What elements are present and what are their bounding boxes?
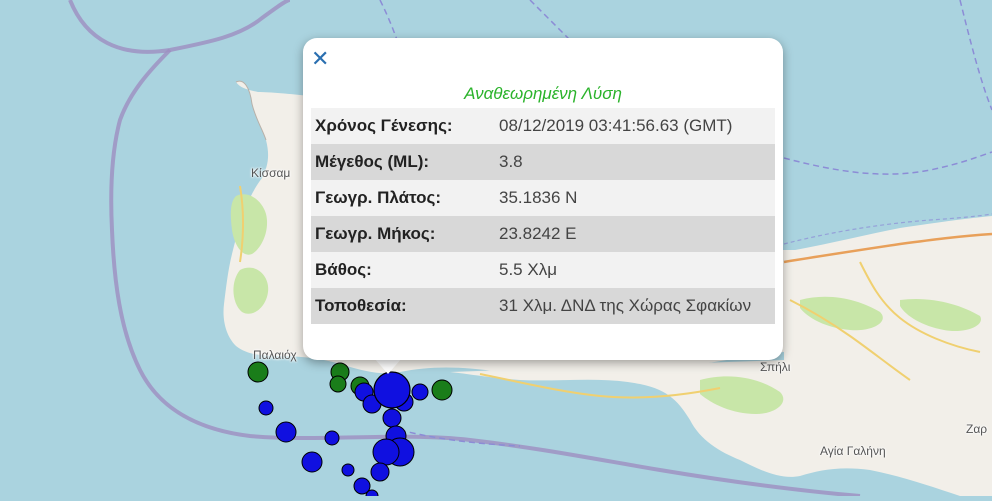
quake-marker-blue (370, 462, 390, 482)
info-label: Μέγεθος (ML): (315, 152, 430, 171)
info-label: Τοποθεσία: (315, 296, 407, 315)
info-value: 5.5 Χλμ (499, 260, 557, 279)
quake-marker-blue (275, 421, 297, 443)
popup-title: Αναθεωρημένη Λύση (464, 84, 622, 103)
close-icon[interactable]: ✕ (311, 48, 329, 70)
info-row-latitude: Γεωγρ. Πλάτος: 35.1836 N (311, 180, 775, 216)
info-value: 08/12/2019 03:41:56.63 (GMT) (499, 116, 733, 135)
earthquake-info-table: Χρόνος Γένεσης: 08/12/2019 03:41:56.63 (… (311, 108, 775, 324)
quake-marker-green (329, 375, 347, 393)
info-label: Βάθος: (315, 260, 372, 279)
quake-marker-blue (372, 438, 400, 466)
quake-marker-blue (324, 430, 340, 446)
popup-tip (374, 358, 402, 374)
quake-marker-blue (411, 383, 429, 401)
info-value: 3.8 (499, 152, 523, 171)
place-label-spili: Σπήλι (760, 360, 791, 374)
info-value: 23.8242 E (499, 224, 577, 243)
info-label: Χρόνος Γένεσης: (315, 116, 453, 135)
quake-marker-blue (341, 463, 355, 477)
quake-marker-selected (373, 371, 411, 409)
quake-marker-green (431, 379, 453, 401)
quake-marker-green (247, 361, 269, 383)
info-row-depth: Βάθος: 5.5 Χλμ (311, 252, 775, 288)
place-label-zaros: Ζαρ (966, 422, 988, 436)
info-label: Γεωγρ. Πλάτος: (315, 188, 442, 207)
info-row-longitude: Γεωγρ. Μήκος: 23.8242 E (311, 216, 775, 252)
quake-marker-blue (258, 400, 274, 416)
quake-marker-blue (301, 451, 323, 473)
info-label: Γεωγρ. Μήκος: (315, 224, 436, 243)
place-label-kissamos: Κίσσαμ (251, 166, 291, 180)
place-label-palaiochora: Παλαιόχ (253, 348, 297, 362)
earthquake-popup: ✕ Αναθεωρημένη Λύση Χρόνος Γένεσης: 08/1… (303, 38, 783, 360)
place-label-agia-galini: Αγία Γαλήνη (820, 444, 886, 458)
info-value: 35.1836 N (499, 188, 578, 207)
quake-marker-blue (382, 408, 402, 428)
info-row-origin-time: Χρόνος Γένεσης: 08/12/2019 03:41:56.63 (… (311, 108, 775, 144)
info-row-magnitude: Μέγεθος (ML): 3.8 (311, 144, 775, 180)
info-value: 31 Χλμ. ΔΝΔ της Χώρας Σφακίων (499, 296, 752, 315)
info-row-location: Τοποθεσία: 31 Χλμ. ΔΝΔ της Χώρας Σφακίων (311, 288, 775, 324)
